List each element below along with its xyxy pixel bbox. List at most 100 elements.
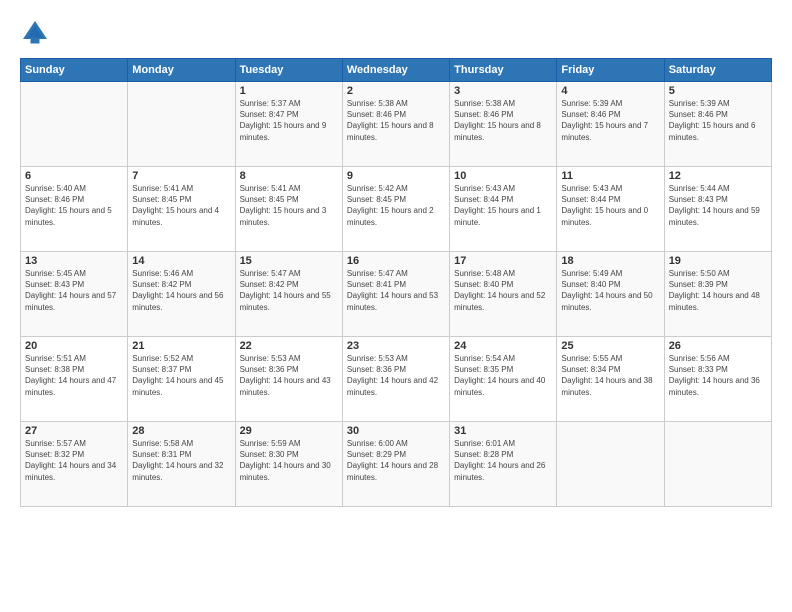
calendar-cell: 8Sunrise: 5:41 AM Sunset: 8:45 PM Daylig… <box>235 167 342 252</box>
calendar-cell: 31Sunrise: 6:01 AM Sunset: 8:28 PM Dayli… <box>450 422 557 507</box>
calendar-cell: 4Sunrise: 5:39 AM Sunset: 8:46 PM Daylig… <box>557 82 664 167</box>
calendar-week-row: 20Sunrise: 5:51 AM Sunset: 8:38 PM Dayli… <box>21 337 772 422</box>
calendar-week-row: 1Sunrise: 5:37 AM Sunset: 8:47 PM Daylig… <box>21 82 772 167</box>
day-number: 27 <box>25 425 123 437</box>
calendar-cell: 20Sunrise: 5:51 AM Sunset: 8:38 PM Dayli… <box>21 337 128 422</box>
day-number: 21 <box>132 340 230 352</box>
day-number: 2 <box>347 85 445 97</box>
calendar-cell <box>664 422 771 507</box>
header <box>20 18 772 48</box>
calendar-header-row: SundayMondayTuesdayWednesdayThursdayFrid… <box>21 59 772 82</box>
day-info: Sunrise: 5:41 AM Sunset: 8:45 PM Dayligh… <box>240 183 338 228</box>
calendar-cell <box>128 82 235 167</box>
header-day-thursday: Thursday <box>450 59 557 82</box>
day-info: Sunrise: 5:40 AM Sunset: 8:46 PM Dayligh… <box>25 183 123 228</box>
day-info: Sunrise: 5:43 AM Sunset: 8:44 PM Dayligh… <box>454 183 552 228</box>
day-info: Sunrise: 5:48 AM Sunset: 8:40 PM Dayligh… <box>454 268 552 313</box>
calendar-cell: 27Sunrise: 5:57 AM Sunset: 8:32 PM Dayli… <box>21 422 128 507</box>
calendar-cell: 10Sunrise: 5:43 AM Sunset: 8:44 PM Dayli… <box>450 167 557 252</box>
calendar-cell <box>557 422 664 507</box>
logo <box>20 18 54 48</box>
calendar-cell: 21Sunrise: 5:52 AM Sunset: 8:37 PM Dayli… <box>128 337 235 422</box>
calendar-week-row: 27Sunrise: 5:57 AM Sunset: 8:32 PM Dayli… <box>21 422 772 507</box>
header-day-friday: Friday <box>557 59 664 82</box>
day-number: 19 <box>669 255 767 267</box>
header-day-tuesday: Tuesday <box>235 59 342 82</box>
calendar-week-row: 6Sunrise: 5:40 AM Sunset: 8:46 PM Daylig… <box>21 167 772 252</box>
logo-icon <box>20 18 50 48</box>
day-number: 28 <box>132 425 230 437</box>
day-info: Sunrise: 5:59 AM Sunset: 8:30 PM Dayligh… <box>240 438 338 483</box>
day-info: Sunrise: 5:46 AM Sunset: 8:42 PM Dayligh… <box>132 268 230 313</box>
day-info: Sunrise: 5:57 AM Sunset: 8:32 PM Dayligh… <box>25 438 123 483</box>
day-number: 11 <box>561 170 659 182</box>
calendar-cell <box>21 82 128 167</box>
calendar-cell: 13Sunrise: 5:45 AM Sunset: 8:43 PM Dayli… <box>21 252 128 337</box>
calendar-cell: 17Sunrise: 5:48 AM Sunset: 8:40 PM Dayli… <box>450 252 557 337</box>
day-info: Sunrise: 5:53 AM Sunset: 8:36 PM Dayligh… <box>347 353 445 398</box>
day-number: 14 <box>132 255 230 267</box>
header-day-monday: Monday <box>128 59 235 82</box>
calendar-cell: 22Sunrise: 5:53 AM Sunset: 8:36 PM Dayli… <box>235 337 342 422</box>
day-number: 7 <box>132 170 230 182</box>
day-number: 4 <box>561 85 659 97</box>
calendar-cell: 23Sunrise: 5:53 AM Sunset: 8:36 PM Dayli… <box>342 337 449 422</box>
day-info: Sunrise: 5:49 AM Sunset: 8:40 PM Dayligh… <box>561 268 659 313</box>
day-number: 15 <box>240 255 338 267</box>
day-number: 9 <box>347 170 445 182</box>
calendar-cell: 3Sunrise: 5:38 AM Sunset: 8:46 PM Daylig… <box>450 82 557 167</box>
day-info: Sunrise: 5:41 AM Sunset: 8:45 PM Dayligh… <box>132 183 230 228</box>
day-info: Sunrise: 5:54 AM Sunset: 8:35 PM Dayligh… <box>454 353 552 398</box>
calendar-cell: 18Sunrise: 5:49 AM Sunset: 8:40 PM Dayli… <box>557 252 664 337</box>
day-info: Sunrise: 5:58 AM Sunset: 8:31 PM Dayligh… <box>132 438 230 483</box>
day-number: 16 <box>347 255 445 267</box>
calendar-cell: 29Sunrise: 5:59 AM Sunset: 8:30 PM Dayli… <box>235 422 342 507</box>
day-info: Sunrise: 5:44 AM Sunset: 8:43 PM Dayligh… <box>669 183 767 228</box>
calendar-cell: 2Sunrise: 5:38 AM Sunset: 8:46 PM Daylig… <box>342 82 449 167</box>
day-number: 17 <box>454 255 552 267</box>
page: SundayMondayTuesdayWednesdayThursdayFrid… <box>0 0 792 612</box>
day-info: Sunrise: 5:52 AM Sunset: 8:37 PM Dayligh… <box>132 353 230 398</box>
calendar-table: SundayMondayTuesdayWednesdayThursdayFrid… <box>20 58 772 507</box>
header-day-saturday: Saturday <box>664 59 771 82</box>
day-info: Sunrise: 5:39 AM Sunset: 8:46 PM Dayligh… <box>669 98 767 143</box>
calendar-cell: 7Sunrise: 5:41 AM Sunset: 8:45 PM Daylig… <box>128 167 235 252</box>
day-number: 26 <box>669 340 767 352</box>
day-info: Sunrise: 5:55 AM Sunset: 8:34 PM Dayligh… <box>561 353 659 398</box>
day-info: Sunrise: 5:38 AM Sunset: 8:46 PM Dayligh… <box>454 98 552 143</box>
calendar-cell: 25Sunrise: 5:55 AM Sunset: 8:34 PM Dayli… <box>557 337 664 422</box>
day-info: Sunrise: 5:51 AM Sunset: 8:38 PM Dayligh… <box>25 353 123 398</box>
header-day-sunday: Sunday <box>21 59 128 82</box>
calendar-cell: 24Sunrise: 5:54 AM Sunset: 8:35 PM Dayli… <box>450 337 557 422</box>
day-info: Sunrise: 5:56 AM Sunset: 8:33 PM Dayligh… <box>669 353 767 398</box>
day-number: 13 <box>25 255 123 267</box>
day-info: Sunrise: 5:45 AM Sunset: 8:43 PM Dayligh… <box>25 268 123 313</box>
calendar-cell: 30Sunrise: 6:00 AM Sunset: 8:29 PM Dayli… <box>342 422 449 507</box>
day-info: Sunrise: 5:47 AM Sunset: 8:41 PM Dayligh… <box>347 268 445 313</box>
day-info: Sunrise: 6:00 AM Sunset: 8:29 PM Dayligh… <box>347 438 445 483</box>
calendar-cell: 15Sunrise: 5:47 AM Sunset: 8:42 PM Dayli… <box>235 252 342 337</box>
day-info: Sunrise: 5:47 AM Sunset: 8:42 PM Dayligh… <box>240 268 338 313</box>
calendar-cell: 5Sunrise: 5:39 AM Sunset: 8:46 PM Daylig… <box>664 82 771 167</box>
day-number: 10 <box>454 170 552 182</box>
day-number: 24 <box>454 340 552 352</box>
calendar-cell: 9Sunrise: 5:42 AM Sunset: 8:45 PM Daylig… <box>342 167 449 252</box>
day-number: 3 <box>454 85 552 97</box>
calendar-cell: 11Sunrise: 5:43 AM Sunset: 8:44 PM Dayli… <box>557 167 664 252</box>
day-number: 8 <box>240 170 338 182</box>
calendar-cell: 16Sunrise: 5:47 AM Sunset: 8:41 PM Dayli… <box>342 252 449 337</box>
day-number: 18 <box>561 255 659 267</box>
day-number: 20 <box>25 340 123 352</box>
day-number: 22 <box>240 340 338 352</box>
day-number: 1 <box>240 85 338 97</box>
calendar-cell: 26Sunrise: 5:56 AM Sunset: 8:33 PM Dayli… <box>664 337 771 422</box>
day-number: 5 <box>669 85 767 97</box>
calendar-cell: 1Sunrise: 5:37 AM Sunset: 8:47 PM Daylig… <box>235 82 342 167</box>
calendar-cell: 28Sunrise: 5:58 AM Sunset: 8:31 PM Dayli… <box>128 422 235 507</box>
day-info: Sunrise: 5:50 AM Sunset: 8:39 PM Dayligh… <box>669 268 767 313</box>
calendar-cell: 12Sunrise: 5:44 AM Sunset: 8:43 PM Dayli… <box>664 167 771 252</box>
day-info: Sunrise: 5:43 AM Sunset: 8:44 PM Dayligh… <box>561 183 659 228</box>
day-number: 29 <box>240 425 338 437</box>
calendar-cell: 6Sunrise: 5:40 AM Sunset: 8:46 PM Daylig… <box>21 167 128 252</box>
calendar-cell: 19Sunrise: 5:50 AM Sunset: 8:39 PM Dayli… <box>664 252 771 337</box>
